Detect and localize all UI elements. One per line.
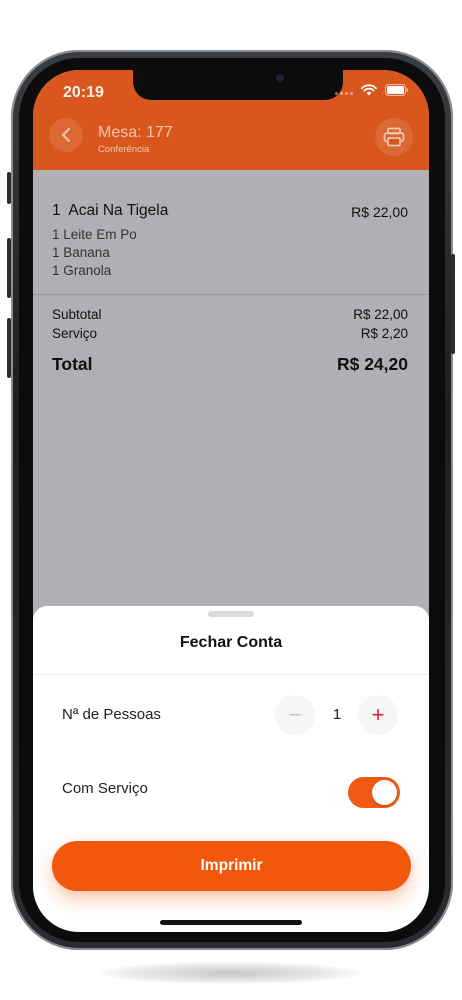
item-qty: 1 xyxy=(52,202,61,219)
total-row: Total R$ 24,20 xyxy=(52,354,408,375)
item-price: R$ 22,00 xyxy=(351,204,408,220)
service-toggle[interactable] xyxy=(348,777,400,808)
service-value: R$ 2,20 xyxy=(360,326,408,341)
camera-icon xyxy=(276,74,284,82)
service-row: Serviço R$ 2,20 xyxy=(52,326,408,341)
volume-down-button xyxy=(7,318,11,378)
order-item: 1 Acai Na Tigela R$ 22,00 xyxy=(52,202,408,220)
status-time: 20:19 xyxy=(63,84,104,101)
people-label: Nª de Pessoas xyxy=(62,706,161,723)
item-title: Acai Na Tigela xyxy=(68,202,169,219)
printer-icon xyxy=(383,127,405,147)
service-toggle-label: Com Serviço xyxy=(62,780,148,797)
title-block: Mesa: 177 Conferência xyxy=(98,124,173,155)
silent-switch xyxy=(7,172,11,204)
summary-divider xyxy=(33,294,429,295)
service-label: Serviço xyxy=(52,326,98,341)
chevron-left-icon xyxy=(61,127,71,143)
total-label: Total xyxy=(52,354,93,374)
back-button[interactable] xyxy=(49,118,83,152)
page-subtitle: Conferência xyxy=(98,144,150,155)
addon-item: 1 Granola xyxy=(52,263,112,278)
addon-item: 1 Banana xyxy=(52,245,110,260)
page-title: Mesa: 177 xyxy=(98,124,173,141)
wifi-icon xyxy=(361,84,377,96)
close-bill-sheet: Fechar Conta Nª de Pessoas − 1 + Com Ser… xyxy=(33,606,429,932)
app-screen: 20:19 Mesa: 177 Conferência 1 Acai Na Ti… xyxy=(33,70,429,932)
app-header: 20:19 Mesa: 177 Conferência xyxy=(33,70,429,170)
addon-item: 1 Leite Em Po xyxy=(52,227,137,242)
decrement-button[interactable]: − xyxy=(275,695,315,735)
subtotal-label: Subtotal xyxy=(52,307,102,322)
status-icons xyxy=(335,84,409,96)
power-button xyxy=(451,254,455,354)
device-shadow xyxy=(100,962,360,984)
item-addons: 1 Leite Em Po 1 Banana 1 Granola xyxy=(52,226,137,280)
sheet-divider xyxy=(33,674,429,675)
sheet-title: Fechar Conta xyxy=(179,634,283,651)
total-value: R$ 24,20 xyxy=(336,354,408,374)
subtotal-value: R$ 22,00 xyxy=(353,307,408,322)
people-count: 1 xyxy=(332,706,342,723)
home-indicator[interactable] xyxy=(160,920,302,925)
subtotal-row: Subtotal R$ 22,00 xyxy=(52,307,408,322)
battery-icon xyxy=(385,84,409,96)
signal-icon xyxy=(335,85,353,95)
increment-button[interactable]: + xyxy=(358,695,398,735)
print-header-button[interactable] xyxy=(375,118,413,156)
toggle-knob xyxy=(372,780,397,805)
item-name: 1 Acai Na Tigela xyxy=(52,202,168,220)
print-button[interactable]: Imprimir xyxy=(52,841,411,891)
volume-up-button xyxy=(7,238,11,298)
sheet-grabber[interactable] xyxy=(208,611,254,617)
notch xyxy=(133,70,343,100)
